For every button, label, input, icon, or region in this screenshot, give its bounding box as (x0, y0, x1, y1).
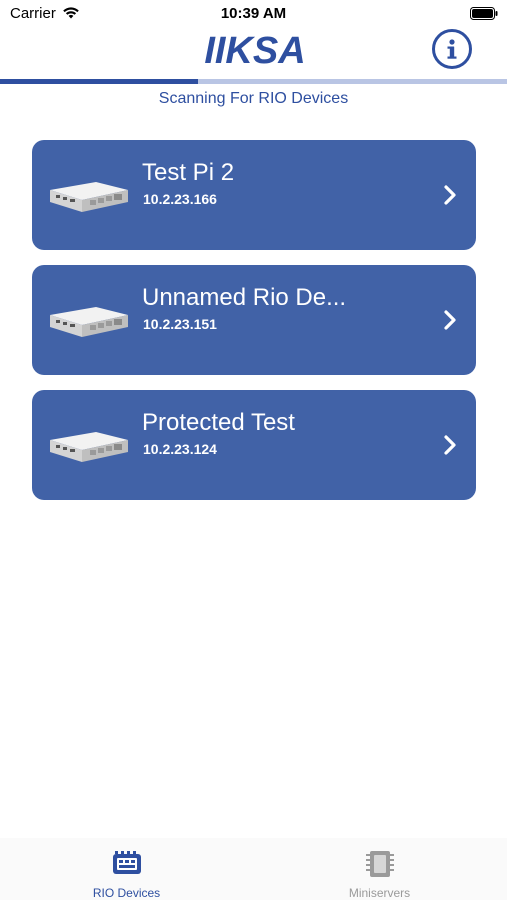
device-name: Test Pi 2 (142, 159, 235, 186)
iiksa-logo: IIKSA (204, 30, 305, 70)
info-button[interactable] (432, 29, 472, 69)
scan-progress-bar (0, 79, 507, 84)
raspberry-pi-device-icon (50, 182, 128, 212)
status-bar: Carrier 10:39 AM (0, 0, 507, 28)
logo-text: IIKSA (204, 30, 305, 70)
device-name: Protected Test (142, 409, 295, 436)
device-ip: 10.2.23.166 (143, 191, 217, 207)
raspberry-pi-device-icon (50, 307, 128, 337)
tab-rio-devices[interactable]: RIO Devices (0, 838, 253, 900)
device-ip: 10.2.23.124 (143, 441, 217, 457)
tab-miniservers[interactable]: Miniservers (253, 838, 506, 900)
device-card[interactable]: Unnamed Rio De... 10.2.23.151 (32, 265, 476, 375)
raspberry-pi-device-icon (50, 432, 128, 462)
rio-device-icon (113, 851, 141, 874)
device-card[interactable]: Protected Test 10.2.23.124 (32, 390, 476, 500)
tab-label-rio-devices: RIO Devices (92, 886, 161, 900)
chip-icon (366, 851, 394, 877)
clock: 10:39 AM (220, 5, 287, 22)
battery-icon (470, 7, 498, 20)
scan-title: Scanning For RIO Devices (158, 90, 349, 107)
tab-label-miniservers: Miniservers (348, 886, 411, 900)
device-name: Unnamed Rio De... (142, 284, 347, 311)
header: IIKSA (0, 28, 507, 80)
tab-bar: RIO Devices Miniservers (0, 838, 507, 900)
chevron-right-icon (444, 185, 456, 205)
chevron-right-icon (444, 310, 456, 330)
chevron-right-icon (444, 435, 456, 455)
device-ip: 10.2.23.151 (143, 316, 217, 332)
info-icon (447, 39, 457, 59)
device-card[interactable]: Test Pi 2 10.2.23.166 (32, 140, 476, 250)
scan-progress-fill (0, 79, 198, 84)
